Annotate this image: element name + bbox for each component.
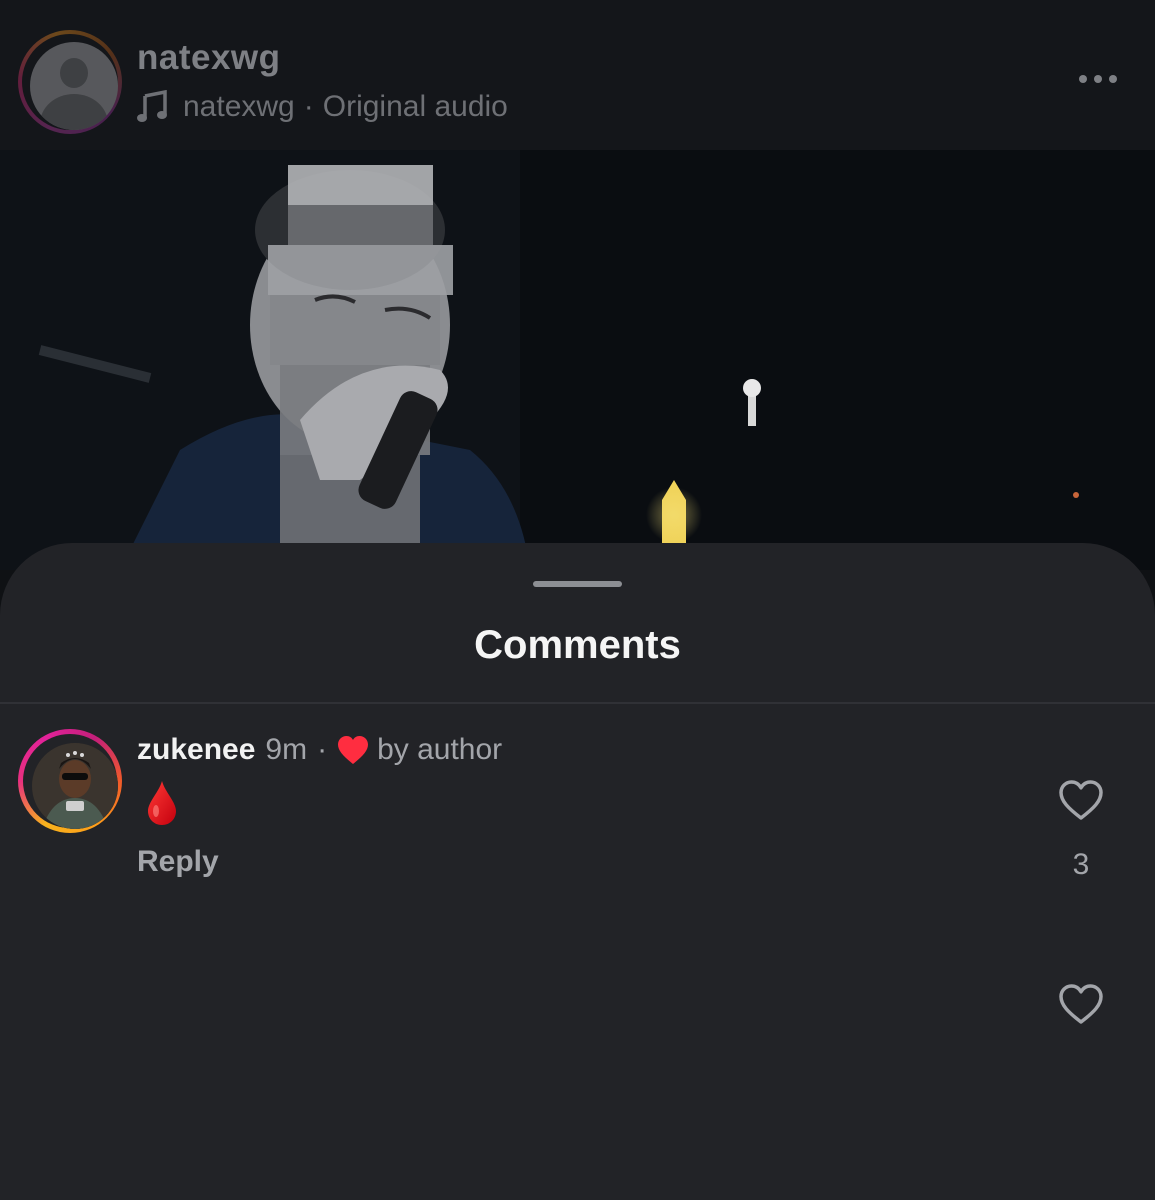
liked-by-author-heart-icon [338, 736, 369, 764]
author-avatar [30, 42, 118, 130]
more-dots-icon [1079, 75, 1087, 83]
comment-like-heart-icon[interactable] [1058, 779, 1104, 821]
comment-timestamp: 9m [265, 733, 308, 766]
reel-video[interactable] [0, 150, 1155, 570]
comment-meta: zukenee 9m · by author [137, 730, 502, 770]
comment-like-count: 3 [1072, 848, 1090, 881]
liked-by-author-label: by author [377, 733, 503, 766]
more-options-button[interactable] [1070, 64, 1126, 94]
audio-author: natexwg [183, 90, 295, 123]
audio-attribution[interactable]: natexwg · Original audio [137, 87, 508, 127]
commenter-avatar [32, 743, 118, 829]
reply-button[interactable]: Reply [137, 845, 219, 879]
post-header: natexwg natexwg · Original audio [0, 0, 1155, 150]
author-story-ring[interactable] [18, 30, 122, 134]
post-author-username[interactable]: natexwg [137, 38, 281, 78]
drop-of-blood-emoji [148, 781, 176, 825]
audio-separator: · [303, 90, 314, 123]
sheet-divider [0, 702, 1155, 704]
video-frame-image [0, 150, 1155, 570]
music-note-icon [137, 90, 167, 122]
comments-title: Comments [474, 623, 681, 667]
comment-username[interactable]: zukenee [137, 733, 255, 767]
reel-comments-screen: natexwg natexwg · Original audio Comment… [0, 0, 1155, 1200]
commenter-story-ring[interactable] [18, 729, 122, 833]
sheet-grabber-handle[interactable] [533, 581, 622, 587]
comment-like-heart-icon[interactable] [1058, 983, 1104, 1025]
comment-separator: · [317, 733, 328, 766]
audio-label: Original audio [322, 90, 508, 123]
